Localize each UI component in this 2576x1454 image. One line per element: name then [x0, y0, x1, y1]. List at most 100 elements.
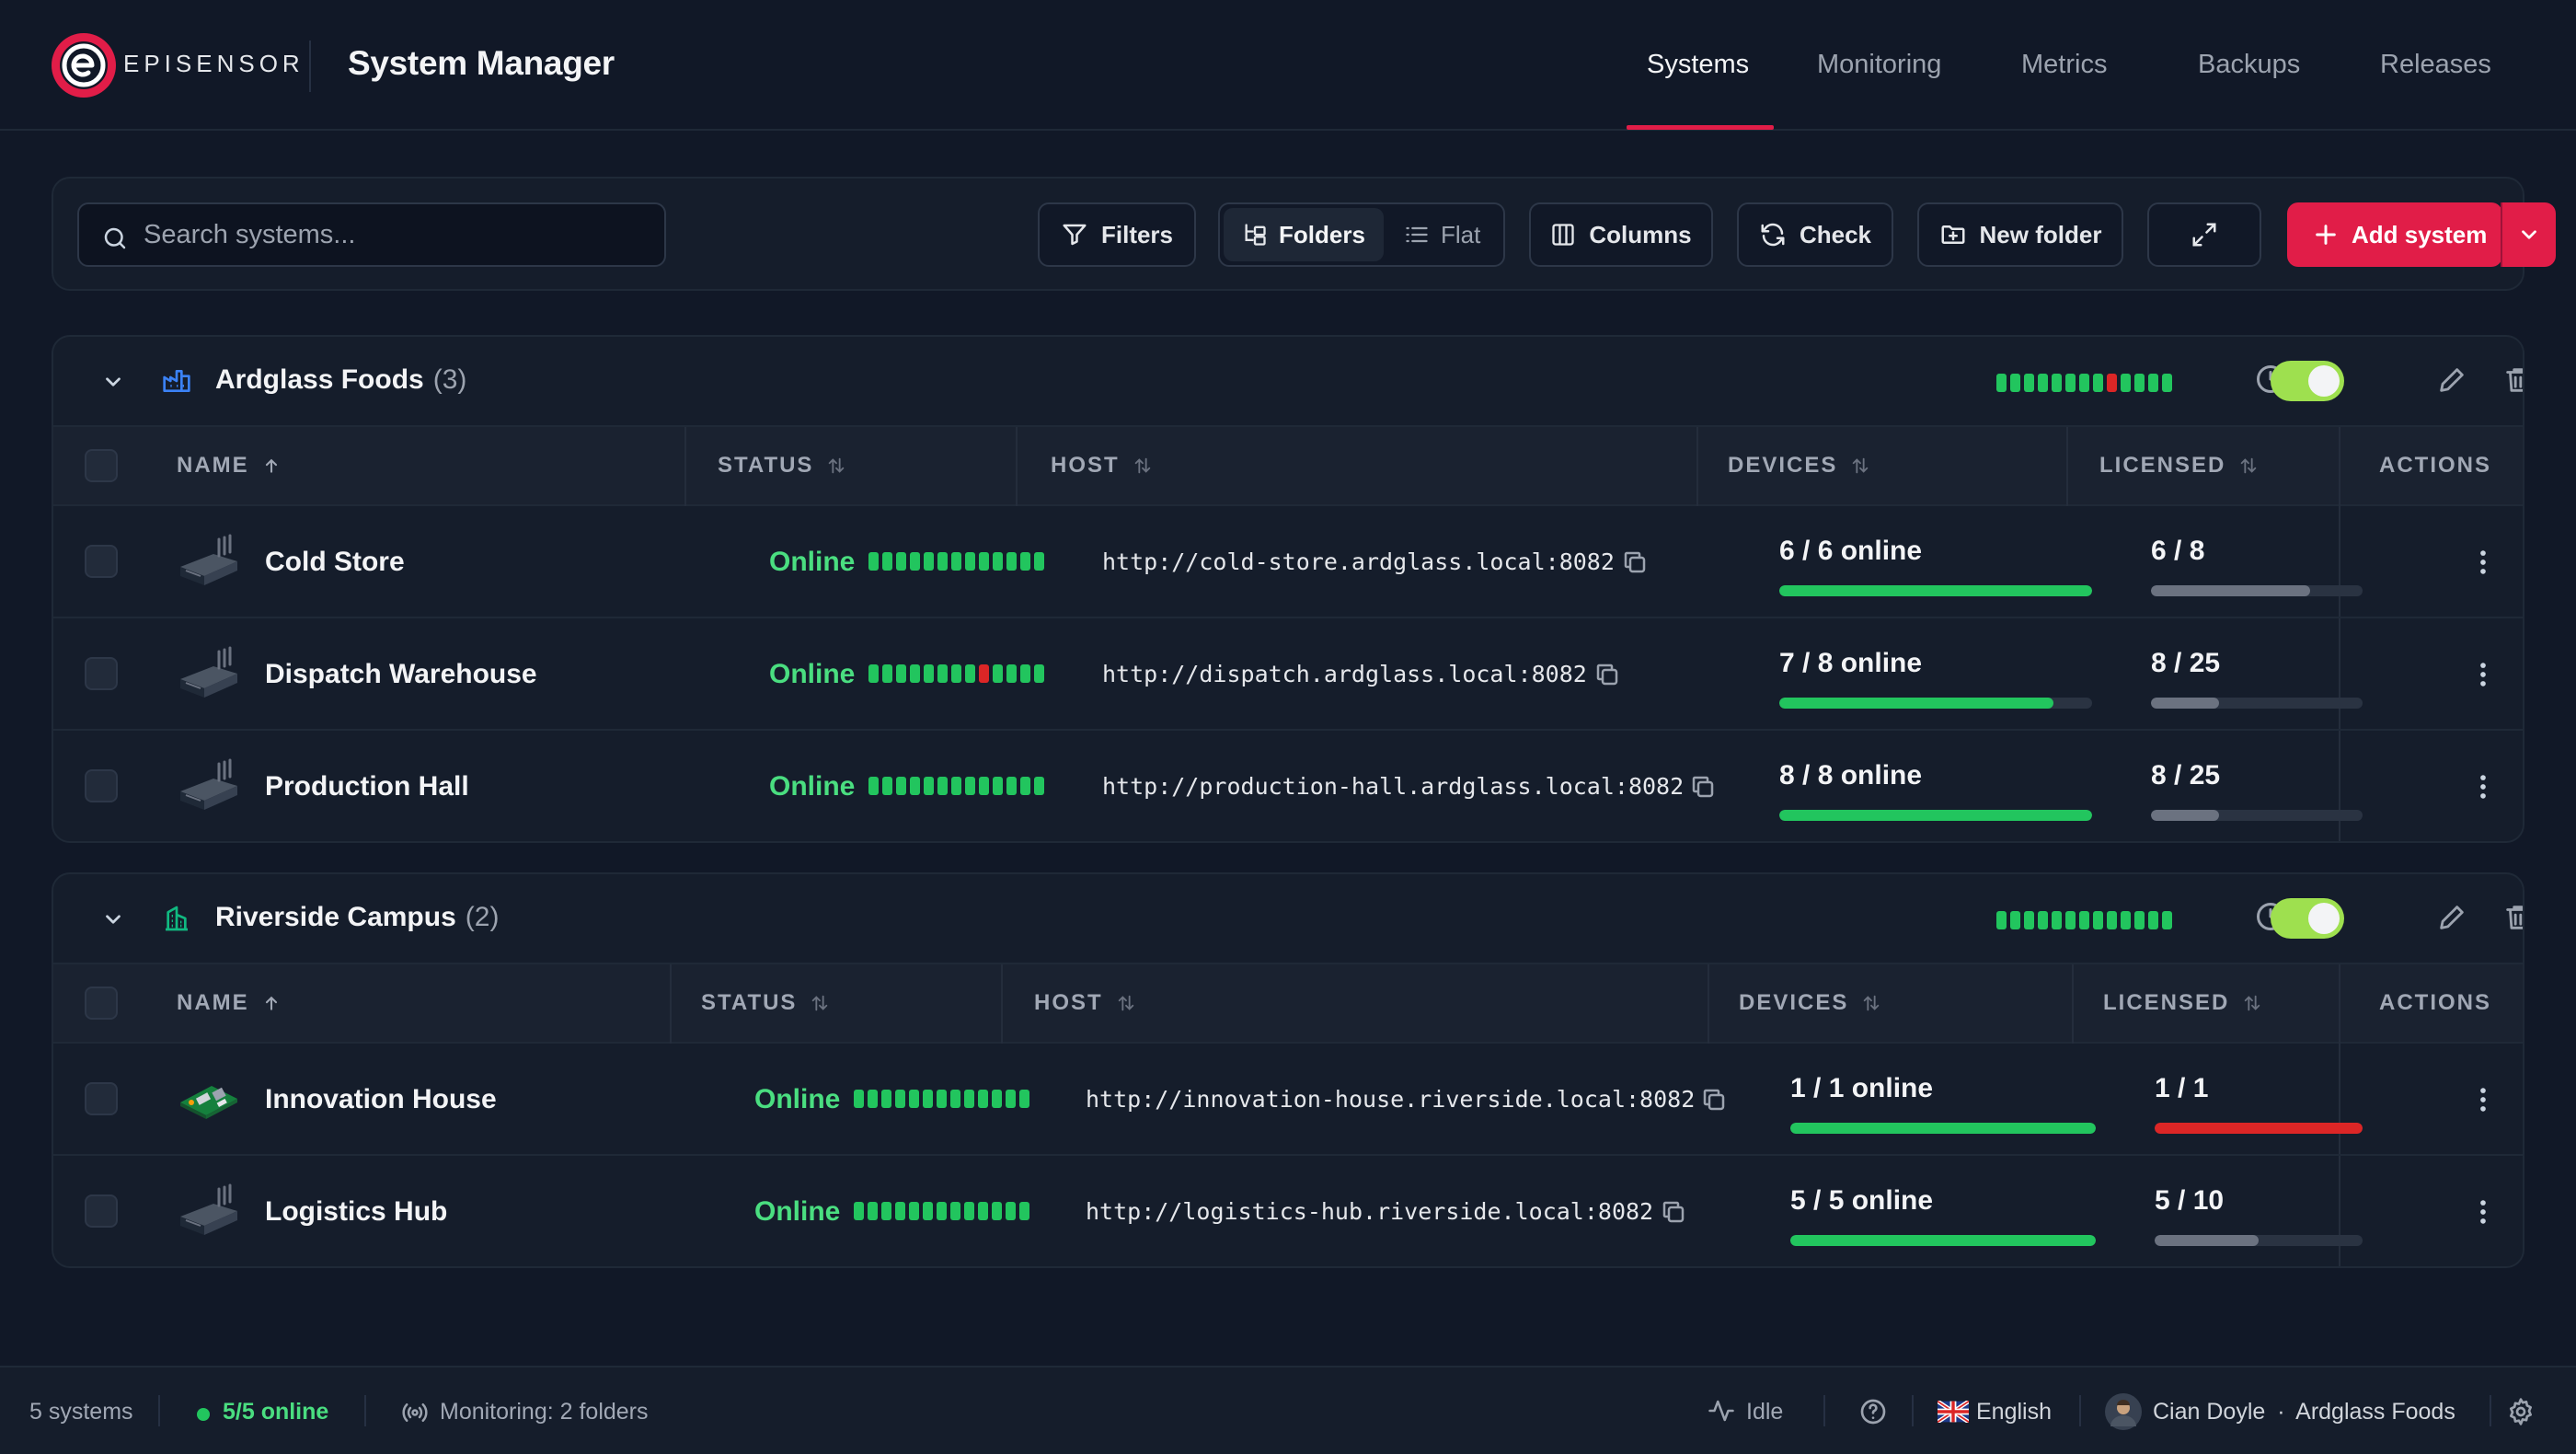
folder-ardglass-foods: Ardglass Foods (3) NAME STATUS HOST DEVIC… — [52, 335, 2524, 843]
user-org: Ardglass Foods — [2295, 1399, 2455, 1425]
folder-header: Riverside Campus (2) — [53, 874, 2524, 963]
edit-pencil-icon[interactable] — [2436, 364, 2467, 396]
health-bar-ok — [978, 1090, 988, 1108]
new-folder-button[interactable]: New folder — [1917, 202, 2123, 267]
view-folders-option[interactable]: Folders — [1224, 208, 1384, 261]
nav-systems[interactable]: Systems — [1647, 50, 1749, 80]
folder-riverside-campus: Riverside Campus (2) NAME STATUS HOST DEV… — [52, 872, 2524, 1268]
nav-metrics[interactable]: Metrics — [2021, 50, 2107, 80]
health-bar-ok — [1034, 664, 1044, 683]
row-checkbox[interactable] — [85, 1194, 118, 1228]
col-status-label: STATUS — [718, 453, 814, 478]
filters-button[interactable]: Filters — [1038, 202, 1196, 267]
row-checkbox[interactable] — [85, 769, 118, 802]
select-all-checkbox[interactable] — [85, 449, 118, 482]
folder-count: (3) — [432, 364, 467, 395]
copy-icon[interactable] — [1700, 1086, 1728, 1114]
host-url[interactable]: http://dispatch.ardglass.local:8082 — [1102, 661, 1587, 687]
add-system-dropdown-button[interactable] — [2502, 202, 2556, 267]
nav-monitoring[interactable]: Monitoring — [1817, 50, 1941, 80]
trash-icon[interactable] — [2502, 902, 2524, 933]
footer-divider — [158, 1395, 160, 1426]
col-licensed-header[interactable]: LICENSED — [2103, 990, 2262, 1016]
col-devices-header[interactable]: DEVICES — [1728, 453, 1870, 479]
licensed-text: 6 / 8 — [2151, 536, 2205, 566]
col-name-header[interactable]: NAME — [177, 990, 281, 1016]
row-checkbox[interactable] — [85, 1082, 118, 1115]
copy-icon[interactable] — [1621, 548, 1649, 576]
table-row[interactable]: Production Hall Online http://production… — [53, 731, 2523, 841]
row-checkbox[interactable] — [85, 545, 118, 578]
avatar[interactable] — [2105, 1393, 2142, 1430]
more-actions-icon[interactable] — [2467, 1196, 2499, 1228]
row-checkbox[interactable] — [85, 657, 118, 690]
language-selector[interactable]: English — [1976, 1399, 2052, 1425]
copy-icon[interactable] — [1689, 773, 1717, 801]
host-url[interactable]: http://cold-store.ardglass.local:8082 — [1102, 548, 1615, 575]
nav-releases[interactable]: Releases — [2380, 50, 2491, 80]
table-row[interactable]: Logistics Hub Online http://logistics-hu… — [53, 1156, 2523, 1266]
status-health-bars — [868, 664, 1044, 683]
more-actions-icon[interactable] — [2467, 1084, 2499, 1115]
system-name[interactable]: Production Hall — [265, 771, 469, 802]
table-row[interactable]: Innovation House Online http://innovatio… — [53, 1044, 2523, 1156]
columns-icon — [1552, 224, 1575, 246]
check-label: Check — [1799, 220, 1872, 248]
toolbar: Filters Folders Flat Columns Check New f… — [52, 177, 2556, 291]
more-actions-icon[interactable] — [2467, 771, 2499, 802]
copy-icon[interactable] — [1593, 661, 1621, 688]
select-all-checkbox[interactable] — [85, 987, 118, 1020]
nav-backups[interactable]: Backups — [2198, 50, 2300, 80]
system-name[interactable]: Cold Store — [265, 547, 405, 578]
monitoring-toggle[interactable] — [2271, 361, 2344, 401]
health-bar-ok — [924, 552, 934, 571]
health-bar-ok — [854, 1202, 864, 1220]
health-bar-ok — [2079, 374, 2089, 392]
system-name[interactable]: Logistics Hub — [265, 1196, 447, 1228]
collapse-chevron-icon[interactable] — [101, 907, 125, 931]
search-input[interactable] — [144, 204, 650, 265]
check-button[interactable]: Check — [1737, 202, 1893, 267]
view-flat-option[interactable]: Flat — [1386, 208, 1501, 261]
col-devices-header[interactable]: DEVICES — [1739, 990, 1881, 1016]
health-bar-ok — [1996, 911, 2007, 929]
system-name[interactable]: Innovation House — [265, 1084, 497, 1115]
col-host-label: HOST — [1051, 453, 1120, 478]
table-row[interactable]: Dispatch Warehouse Online http://dispatc… — [53, 618, 2523, 731]
column-divider — [1001, 964, 1003, 1044]
monitoring-toggle[interactable] — [2271, 898, 2344, 939]
col-status-header[interactable]: STATUS — [701, 990, 830, 1016]
col-status-header[interactable]: STATUS — [718, 453, 846, 479]
health-bar-ok — [2038, 911, 2048, 929]
columns-button[interactable]: Columns — [1529, 202, 1713, 267]
host-url[interactable]: http://logistics-hub.riverside.local:808… — [1086, 1198, 1653, 1225]
more-actions-icon[interactable] — [2467, 547, 2499, 578]
copy-icon[interactable] — [1660, 1198, 1687, 1226]
folder-name[interactable]: Riverside Campus (2) — [215, 902, 499, 933]
expand-button[interactable] — [2147, 202, 2261, 267]
health-bar-ok — [2079, 911, 2089, 929]
health-bar-ok — [950, 1090, 960, 1108]
edit-pencil-icon[interactable] — [2436, 902, 2467, 933]
health-bar-ok — [937, 1202, 947, 1220]
table-row[interactable]: Cold Store Online http://cold-store.ardg… — [53, 506, 2523, 618]
add-system-button[interactable]: Add system — [2287, 202, 2502, 267]
col-host-header[interactable]: HOST — [1034, 990, 1136, 1016]
health-bar-ok — [868, 1090, 878, 1108]
host-url[interactable]: http://innovation-house.riverside.local:… — [1086, 1086, 1695, 1113]
user-menu[interactable]: Cian Doyle · Ardglass Foods — [2153, 1399, 2455, 1425]
col-licensed-header[interactable]: LICENSED — [2099, 453, 2259, 479]
collapse-chevron-icon[interactable] — [101, 370, 125, 394]
system-name[interactable]: Dispatch Warehouse — [265, 659, 537, 690]
trash-icon[interactable] — [2502, 364, 2524, 396]
col-name-header[interactable]: NAME — [177, 453, 281, 479]
col-host-header[interactable]: HOST — [1051, 453, 1153, 479]
host-url[interactable]: http://production-hall.ardglass.local:80… — [1102, 773, 1684, 800]
health-bar-ok — [896, 777, 906, 795]
health-bar-ok — [1034, 777, 1044, 795]
help-icon[interactable] — [1858, 1397, 1888, 1426]
gear-icon[interactable] — [2506, 1397, 2536, 1426]
more-actions-icon[interactable] — [2467, 659, 2499, 690]
folder-name[interactable]: Ardglass Foods (3) — [215, 364, 466, 396]
devices-online-text: 1 / 1 online — [1790, 1073, 1934, 1103]
